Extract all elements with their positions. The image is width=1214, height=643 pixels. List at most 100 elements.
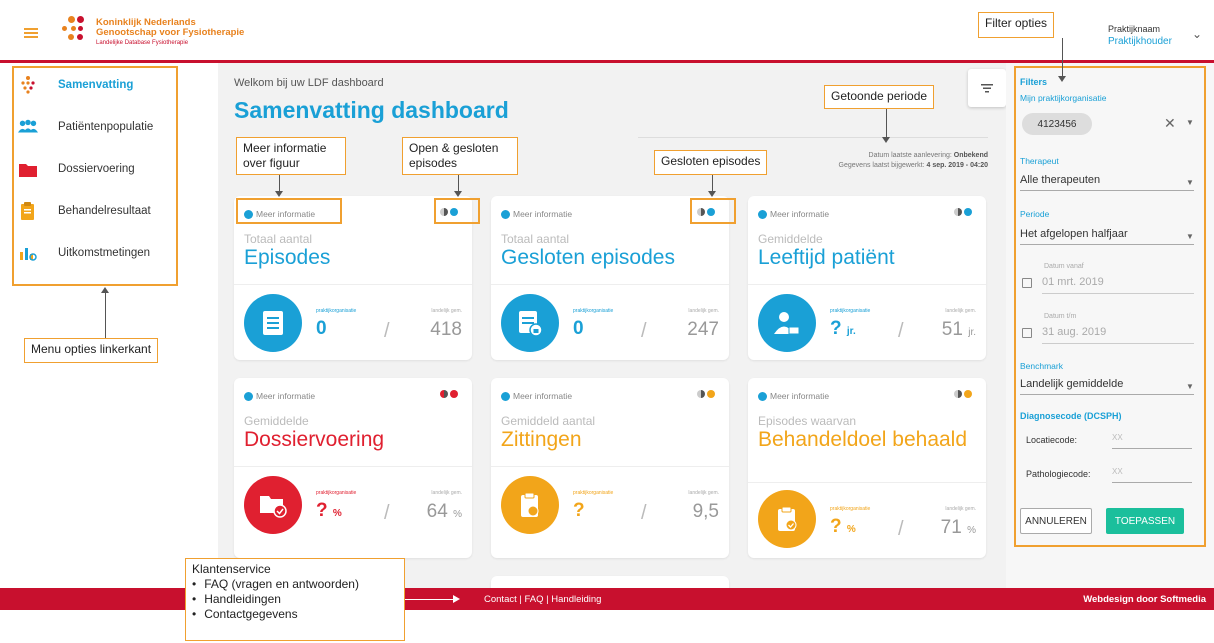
separator: / xyxy=(641,320,647,342)
annotation-arrowhead xyxy=(101,287,109,293)
practice-value: ? % xyxy=(316,500,342,521)
annotation-gesloten: Gesloten episodes xyxy=(654,150,768,175)
national-label: landelijk gem. xyxy=(688,490,719,496)
card-title: Dossiervoering xyxy=(244,428,385,451)
klantenservice-item: FAQ (vragen en antwoorden) xyxy=(192,577,398,592)
practice-value: 0 xyxy=(316,318,327,339)
annotation-arrow xyxy=(405,599,453,600)
kngf-logo xyxy=(58,16,88,46)
episode-toggle[interactable] xyxy=(954,390,972,398)
annotation-menu: Menu opties linkerkant xyxy=(24,338,159,363)
annotation-getoonde-periode: Getoonde periode xyxy=(824,85,935,109)
card-zittingen: Meer informatie Gemiddeld aantal Zitting… xyxy=(491,378,729,558)
more-info-link[interactable]: Meer informatie xyxy=(244,391,315,401)
divider xyxy=(638,137,988,138)
national-value: 9,5 xyxy=(692,501,719,522)
practice-name: Praktijknaam xyxy=(1108,24,1161,34)
annotation-frame-open-gesloten xyxy=(434,198,480,224)
annotation-arrow xyxy=(105,292,106,338)
card-title: Behandeldoel behaald xyxy=(758,428,968,451)
footer-credit: Webdesign door Softmedia xyxy=(1083,594,1206,605)
filter-toggle-button[interactable] xyxy=(968,69,1006,107)
annotation-meer-informatie: Meer informatie over figuur xyxy=(236,137,346,175)
footer-link-contact[interactable]: Contact xyxy=(484,594,517,605)
separator: / xyxy=(898,518,904,540)
card-divider xyxy=(748,482,986,483)
brand-name: Koninklijk Nederlands Genootschap voor F… xyxy=(96,17,245,47)
last-delivery-info: Datum laatste aanlevering: Onbekend xyxy=(868,152,988,159)
annotation-arrowhead xyxy=(708,191,716,197)
episode-toggle[interactable] xyxy=(697,390,715,398)
card-subtitle: Totaal aantal xyxy=(501,232,570,246)
more-info-link[interactable]: Meer informatie xyxy=(501,391,572,401)
more-info-link[interactable]: Meer informatie xyxy=(758,209,829,219)
patient-calendar-icon xyxy=(758,294,816,352)
klantenservice-title: Klantenservice xyxy=(192,562,271,576)
klantenservice-item: Handleidingen xyxy=(192,592,398,607)
episode-toggle[interactable] xyxy=(954,208,972,216)
national-label: landelijk gem. xyxy=(431,490,462,496)
card-title: Episodes xyxy=(244,246,331,269)
info-icon xyxy=(501,391,510,401)
chevron-down-icon[interactable]: ⌄ xyxy=(1192,27,1202,41)
footer-links: Contact | FAQ | Handleiding xyxy=(484,594,601,605)
annotation-arrowhead xyxy=(454,191,462,197)
annotation-arrowhead xyxy=(453,595,460,603)
annotation-klantenservice: Klantenservice FAQ (vragen en antwoorden… xyxy=(185,558,405,641)
document-icon xyxy=(244,294,302,352)
annotation-arrowhead xyxy=(1058,76,1066,82)
separator: / xyxy=(898,320,904,342)
national-value: 247 xyxy=(687,319,719,340)
practice-label: praktijkorganisatie xyxy=(573,308,614,314)
practice-label: praktijkorganisatie xyxy=(830,308,871,314)
card-leeftijd: Meer informatie Gemiddelde Leeftijd pati… xyxy=(748,196,986,360)
national-label: landelijk gem. xyxy=(945,308,976,314)
national-value: 64 % xyxy=(426,501,462,522)
separator: / xyxy=(384,320,390,342)
card-divider xyxy=(234,284,472,285)
practice-label: praktijkorganisatie xyxy=(573,490,614,496)
card-title: Zittingen xyxy=(501,428,582,451)
practice-label: praktijkorganisatie xyxy=(830,506,871,512)
national-value: 51 jr. xyxy=(941,319,976,340)
info-icon xyxy=(244,391,253,401)
episode-toggle[interactable] xyxy=(440,390,458,398)
separator: / xyxy=(641,502,647,524)
practice-value: 0 xyxy=(573,318,584,339)
card-title: Leeftijd patiënt xyxy=(758,246,895,269)
card-partial xyxy=(491,576,729,588)
footer-link-faq[interactable]: FAQ xyxy=(525,594,544,605)
annotation-frame-menu xyxy=(12,66,178,286)
info-icon xyxy=(758,209,767,219)
filter-icon xyxy=(981,83,993,92)
annotation-open-gesloten: Open & gesloten episodes xyxy=(402,137,518,175)
card-subtitle: Gemiddelde xyxy=(758,232,823,246)
practice-value: ? jr. xyxy=(830,318,856,339)
card-divider xyxy=(491,284,729,285)
footer-separator: | xyxy=(546,594,549,605)
card-divider xyxy=(748,284,986,285)
more-info-link[interactable]: Meer informatie xyxy=(501,209,572,219)
national-label: landelijk gem. xyxy=(945,506,976,512)
annotation-arrowhead xyxy=(882,137,890,143)
more-info-link[interactable]: Meer informatie xyxy=(758,391,829,401)
annotation-arrow xyxy=(886,109,887,139)
card-subtitle: Episodes waarvan xyxy=(758,414,857,428)
national-label: landelijk gem. xyxy=(688,308,719,314)
national-label: landelijk gem. xyxy=(431,308,462,314)
practice-holder: Praktijkhouder xyxy=(1108,36,1172,47)
annotation-frame-gesloten xyxy=(690,198,736,224)
clipboard-check-icon xyxy=(758,490,816,548)
annotation-frame-meer-info xyxy=(236,198,342,224)
annotation-frame-filters xyxy=(1014,66,1206,547)
user-menu[interactable]: Praktijknaam Praktijkhouder xyxy=(1108,24,1172,47)
annotation-arrow xyxy=(1062,38,1063,78)
card-subtitle: Gemiddeld aantal xyxy=(501,414,596,428)
practice-label: praktijkorganisatie xyxy=(316,490,357,496)
footer-link-manual[interactable]: Handleiding xyxy=(551,594,601,605)
clipboard-chart-icon xyxy=(501,476,559,534)
hamburger-menu-icon[interactable] xyxy=(24,28,38,38)
separator: / xyxy=(384,502,390,524)
card-divider xyxy=(234,466,472,467)
national-value: 71 % xyxy=(940,517,976,538)
